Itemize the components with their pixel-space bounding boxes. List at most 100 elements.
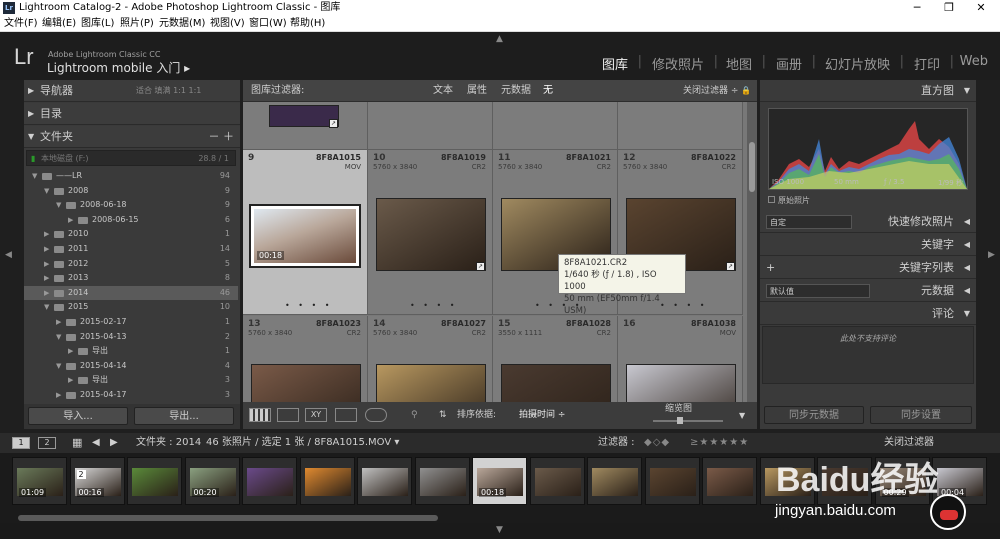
thumbnail[interactable]	[501, 364, 611, 402]
menu-file[interactable]: 文件(F)	[4, 16, 38, 32]
folder-row[interactable]: ▼ 2015-04-13 2	[24, 330, 238, 345]
folder-row[interactable]: ▶ 2012 5	[24, 257, 238, 272]
grid-cell[interactable]: 10 8F8A1019 5760 x 3840 CR2 ↗ • • • •	[368, 150, 493, 315]
grid-scrollbar[interactable]	[747, 102, 757, 402]
filter-lock-icon[interactable]: 🔒	[741, 80, 751, 102]
folder-row[interactable]: ▼ ——LR 94	[24, 169, 238, 184]
expand-icon[interactable]: ▶	[44, 257, 49, 272]
collapse-icon[interactable]: ▼	[44, 184, 49, 199]
thumbnail[interactable]	[376, 364, 486, 402]
menu-metadata[interactable]: 元数据(M)	[159, 16, 205, 32]
expand-icon[interactable]: ▶	[56, 315, 61, 330]
thumbnail-size-slider[interactable]	[653, 417, 723, 424]
collapse-icon[interactable]: ▼	[56, 359, 61, 374]
keywording-header[interactable]: 关键字 ◀	[760, 234, 976, 256]
compare-view-icon[interactable]: XY	[305, 408, 327, 422]
right-panel-toggle-icon[interactable]: ▶	[988, 250, 995, 260]
grid-cell[interactable]	[368, 102, 493, 150]
grid-cell[interactable]	[493, 102, 618, 150]
export-button[interactable]: 导出...	[134, 407, 234, 425]
expand-icon[interactable]: ▶	[68, 373, 73, 388]
metadata-preset-select[interactable]: 默认值	[766, 284, 870, 298]
filmstrip-summary[interactable]: 46 张照片 / 选定 1 张 / 8F8A1015.MOV ▾	[206, 433, 399, 453]
primary-window-button[interactable]: 1	[12, 437, 30, 449]
painter-icon[interactable]: ⚲	[411, 402, 418, 429]
filmstrip-thumb[interactable]	[299, 457, 355, 505]
folder-row[interactable]: ▶ 2015-02-17 1	[24, 315, 238, 330]
expand-icon[interactable]: ▶	[44, 227, 49, 242]
menu-window[interactable]: 窗口(W)	[249, 16, 287, 32]
catalog-panel-header[interactable]: ▶ 目录	[24, 103, 240, 125]
rating-dots[interactable]: • • • •	[410, 301, 458, 310]
keyword-list-header[interactable]: + 关键字列表 ◀	[760, 257, 976, 279]
sync-metadata-button[interactable]: 同步元数据	[764, 406, 864, 424]
filmstrip-thumb[interactable]: 00:18	[472, 457, 527, 505]
filter-none[interactable]: 无	[543, 80, 553, 102]
filmstrip-thumb[interactable]	[242, 457, 297, 505]
filmstrip-thumb[interactable]	[587, 457, 642, 505]
menu-photo[interactable]: 照片(P)	[120, 16, 154, 32]
navigator-panel-header[interactable]: ▶ 导航器 适合 填满 1:1 1:1	[24, 80, 240, 102]
mobile-getting-started-link[interactable]: Lightroom mobile 入门 ▸	[47, 59, 190, 76]
filmstrip-thumb[interactable]	[529, 457, 585, 505]
quick-develop-preset-select[interactable]: 自定	[766, 215, 852, 229]
filmstrip-thumb[interactable]: 2 00:16	[69, 457, 125, 505]
filmstrip-toggle-icon[interactable]: ▼	[496, 525, 503, 535]
grid-cell[interactable]: 168F8A1038MOV• • • •	[618, 316, 743, 402]
filmstrip-thumb[interactable]	[357, 457, 412, 505]
module-slideshow[interactable]: 幻灯片放映	[825, 54, 890, 73]
grid-cell[interactable]: 9 8F8A1015 MOV 00:18 • • • •	[243, 150, 368, 315]
folder-row[interactable]: ▶ 2013 8	[24, 271, 238, 286]
grid-cell[interactable]: 148F8A10275760 x 3840CR2• • • •	[368, 316, 493, 402]
maximize-button[interactable]: ❐	[934, 0, 964, 16]
forward-arrow-icon[interactable]: ▶	[110, 433, 118, 453]
secondary-window-button[interactable]: 2	[38, 437, 56, 449]
top-panel-toggle-icon[interactable]: ▲	[496, 34, 503, 44]
people-view-icon[interactable]	[365, 408, 387, 422]
original-photo-checkbox[interactable]: 原始照片	[768, 195, 810, 206]
module-library[interactable]: 图库	[602, 54, 628, 73]
import-button[interactable]: 导入...	[28, 407, 128, 425]
folder-row[interactable]: ▶ 导出 3	[24, 373, 238, 388]
comments-header[interactable]: 评论 ▼	[760, 303, 976, 325]
module-web[interactable]: Web	[960, 54, 988, 69]
sync-settings-button[interactable]: 同步设置	[870, 406, 972, 424]
sort-direction-icon[interactable]: ⇅	[439, 402, 447, 429]
minimize-button[interactable]: ─	[902, 0, 932, 16]
menu-help[interactable]: 帮助(H)	[290, 16, 325, 32]
grid-cell[interactable]: ↗	[243, 102, 368, 150]
grid-cell[interactable]: 138F8A10235760 x 3840CR2• • • •	[243, 316, 368, 402]
expand-icon[interactable]: ▶	[44, 271, 49, 286]
grid-view-icon[interactable]	[249, 408, 271, 422]
volume-header[interactable]: ▮ 本地磁盘 (F:) 28.8 / 1	[26, 150, 236, 166]
grid-cell[interactable]: 158F8A10283550 x 1111CR2• • • •	[493, 316, 618, 402]
menu-library[interactable]: 图库(L)	[81, 16, 114, 32]
slider-handle[interactable]	[677, 417, 683, 424]
filmstrip-thumb[interactable]	[127, 457, 182, 505]
module-map[interactable]: 地图	[726, 54, 752, 73]
folder-row[interactable]: ▶ 2015-04-17 3	[24, 388, 238, 403]
expand-icon[interactable]: ▶	[68, 213, 73, 228]
back-arrow-icon[interactable]: ◀	[92, 433, 100, 453]
expand-icon[interactable]: ▶	[44, 242, 49, 257]
thumbnail[interactable]	[251, 364, 361, 402]
filmstrip-source[interactable]: 文件夹 : 2014	[136, 433, 201, 453]
folder-row[interactable]: ▼ 2008-06-18 9	[24, 198, 238, 213]
add-keyword-icon[interactable]: +	[766, 257, 775, 279]
metadata-header[interactable]: 默认值 元数据 ◀	[760, 280, 976, 302]
survey-view-icon[interactable]	[335, 408, 357, 422]
menu-edit[interactable]: 编辑(E)	[42, 16, 76, 32]
filter-metadata[interactable]: 元数据	[501, 80, 531, 102]
folder-row[interactable]: ▼ 2015-04-14 4	[24, 359, 238, 374]
loupe-view-icon[interactable]	[277, 408, 299, 422]
sort-select[interactable]: 拍摄时间 ÷	[519, 402, 565, 429]
left-panel-toggle-icon[interactable]: ◀	[5, 250, 12, 260]
add-remove-folder-buttons[interactable]: － ＋	[209, 126, 235, 148]
expand-icon[interactable]: ▶	[68, 344, 73, 359]
folder-row[interactable]: ▼ 2015 10	[24, 300, 238, 315]
thumbnail[interactable]: 00:18	[249, 204, 361, 268]
module-book[interactable]: 画册	[776, 54, 802, 73]
folder-row[interactable]: ▶ 2010 1	[24, 227, 238, 242]
folder-row[interactable]: ▶ 2014 46	[24, 285, 238, 301]
scrollbar-thumb[interactable]	[18, 515, 438, 521]
